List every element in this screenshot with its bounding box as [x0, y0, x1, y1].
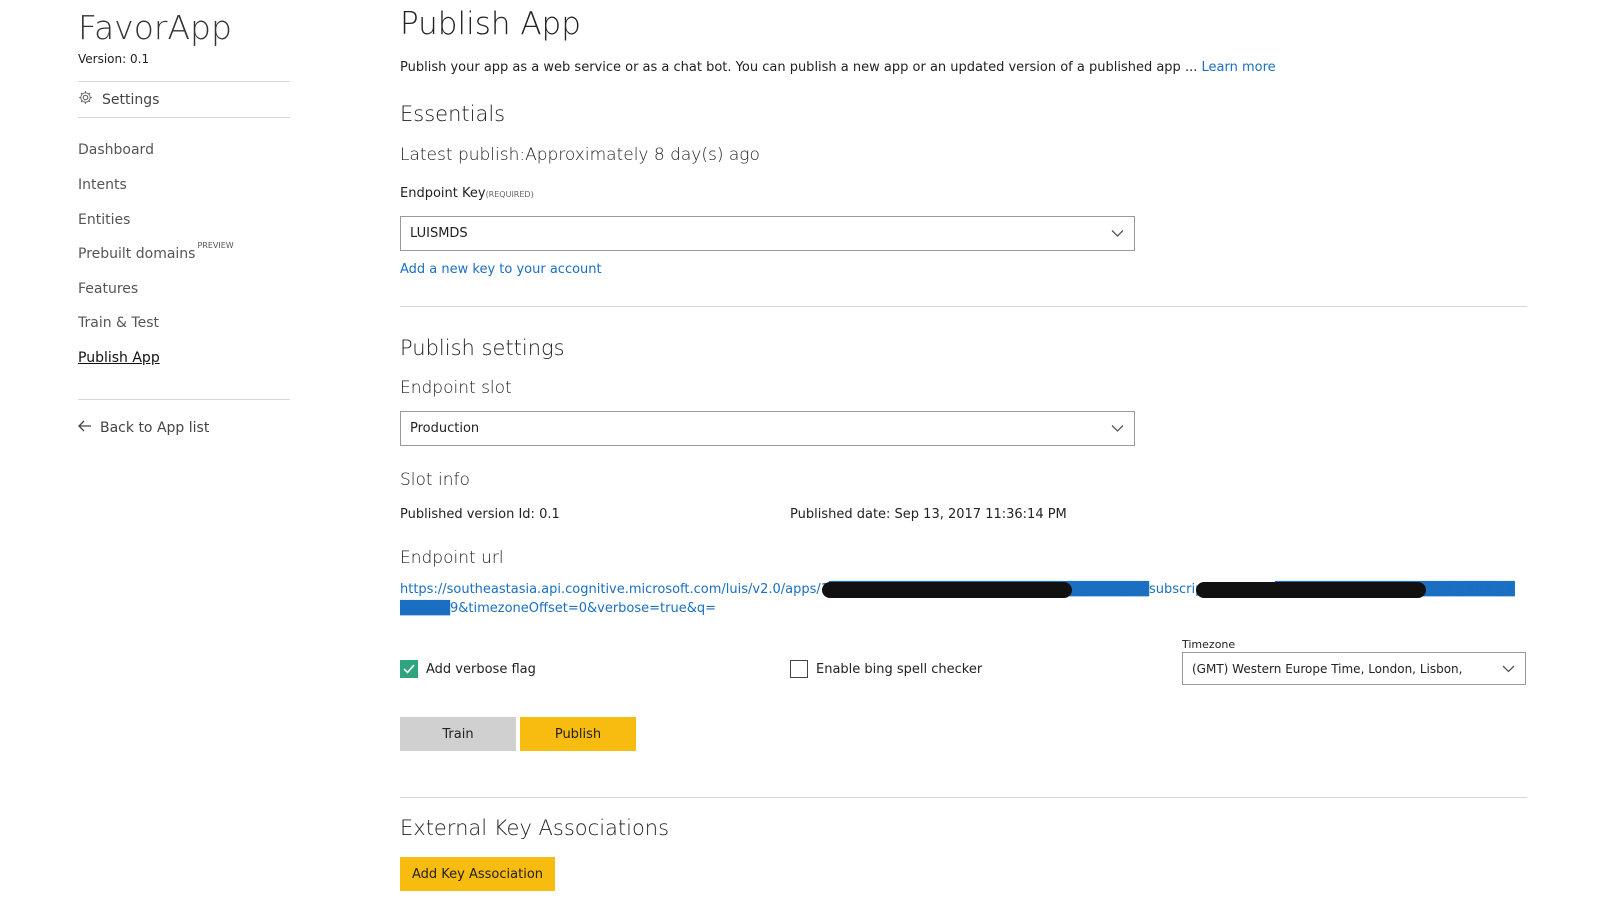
section-divider — [400, 306, 1527, 307]
app-title: FavorApp — [78, 8, 232, 47]
required-tag: (REQUIRED) — [485, 190, 534, 199]
essentials-heading: Essentials — [400, 102, 506, 126]
add-new-key-link[interactable]: Add a new key to your account — [400, 262, 602, 277]
endpoint-slot-select[interactable]: Production — [400, 411, 1135, 446]
sidebar-item-publish-app[interactable]: Publish App — [78, 350, 160, 366]
back-label: Back to App list — [100, 420, 210, 436]
settings-label: Settings — [102, 91, 160, 108]
bing-spell-checker-label: Enable bing spell checker — [816, 661, 983, 677]
preview-badge: PREVIEW — [197, 241, 234, 250]
sidebar-item-dashboard[interactable]: Dashboard — [78, 142, 154, 158]
arrow-left-icon — [78, 420, 92, 436]
page-title: Publish App — [400, 6, 581, 42]
published-date: Published date: Sep 13, 2017 11:36:14 PM — [790, 507, 1067, 522]
sidebar: FavorApp Version: 0.1 Settings Dashboard… — [0, 0, 340, 897]
divider — [78, 117, 290, 118]
chevron-down-icon — [1111, 421, 1124, 436]
train-button[interactable]: Train — [400, 717, 516, 751]
sidebar-item-intents[interactable]: Intents — [78, 177, 127, 193]
add-key-association-button[interactable]: Add Key Association — [400, 857, 555, 891]
endpoint-url-heading: Endpoint url — [400, 548, 504, 568]
app-version: Version: 0.1 — [78, 52, 150, 66]
sidebar-item-features[interactable]: Features — [78, 281, 138, 297]
endpoint-slot-heading: Endpoint slot — [400, 378, 512, 398]
redaction-mark — [822, 582, 1072, 598]
latest-publish-text: Latest publish:Approximately 8 day(s) ag… — [400, 145, 760, 165]
checkbox-unchecked-icon — [790, 660, 808, 678]
settings-link[interactable]: Settings — [78, 90, 159, 109]
timezone-label: Timezone — [1182, 638, 1236, 651]
page-description: Publish your app as a web service or as … — [400, 60, 1276, 75]
published-version-id: Published version Id: 0.1 — [400, 507, 560, 522]
endpoint-key-label: Endpoint Key(REQUIRED) — [400, 186, 534, 201]
sidebar-item-train-test[interactable]: Train & Test — [78, 315, 159, 331]
sidebar-item-entities[interactable]: Entities — [78, 212, 130, 228]
timezone-select[interactable]: (GMT) Western Europe Time, London, Lisbo… — [1182, 652, 1526, 685]
divider — [78, 81, 290, 82]
bing-spell-checker-checkbox[interactable]: Enable bing spell checker — [790, 660, 982, 678]
endpoint-key-select[interactable]: LUISMDS — [400, 216, 1135, 251]
external-key-associations-heading: External Key Associations — [400, 816, 670, 840]
section-divider — [400, 797, 1527, 798]
verbose-flag-label: Add verbose flag — [426, 661, 536, 677]
redaction-mark — [1196, 582, 1426, 598]
back-to-app-list-link[interactable]: Back to App list — [78, 420, 209, 436]
publish-settings-heading: Publish settings — [400, 336, 565, 360]
verbose-flag-checkbox[interactable]: Add verbose flag — [400, 660, 536, 678]
publish-button[interactable]: Publish — [520, 717, 636, 751]
gear-icon — [78, 90, 93, 109]
divider — [78, 399, 290, 400]
checkbox-checked-icon — [400, 660, 418, 678]
chevron-down-icon — [1502, 662, 1515, 676]
slot-info-heading: Slot info — [400, 470, 470, 490]
learn-more-link[interactable]: Learn more — [1201, 60, 1275, 75]
sidebar-item-prebuilt-domains[interactable]: Prebuilt domainsPREVIEW — [78, 241, 234, 262]
chevron-down-icon — [1111, 226, 1124, 241]
